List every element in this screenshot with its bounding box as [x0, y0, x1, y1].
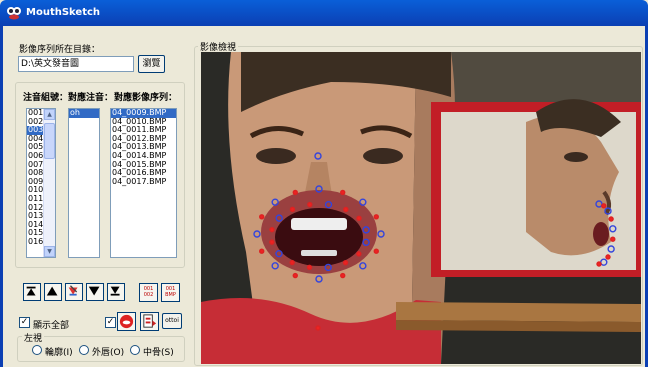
image-items: 04_0009.BMP 04_0010.BMP 04_0011.BMP 04_0012…	[111, 109, 176, 186]
phoneme-group-list[interactable]: 001 002 003 004 005 006 007 008 009 010 011 012 013 0…	[26, 108, 56, 258]
arrow-up-icon	[46, 286, 58, 296]
landmark-point	[373, 214, 379, 220]
option-checkbox[interactable]: ✓	[105, 317, 116, 328]
phoneme-item[interactable]: oh	[69, 109, 99, 118]
sequence-button-a[interactable]: 001 002	[139, 283, 158, 302]
group-list-scrollbar[interactable]: ▲ ▼	[43, 109, 55, 257]
path-label: 影像序列所在目錄：	[19, 45, 101, 55]
landmark-point	[259, 248, 265, 254]
arrow-down-icon	[88, 286, 100, 296]
export-icon	[143, 314, 157, 328]
landmark-point	[306, 264, 313, 271]
landmark-point	[342, 259, 349, 266]
next-button[interactable]	[86, 283, 104, 301]
edit-button[interactable]	[65, 283, 83, 301]
landmark-point	[610, 236, 616, 242]
face-photo	[201, 52, 641, 364]
landmark-point	[292, 189, 298, 196]
landmark-point	[601, 203, 607, 209]
pencil-icon	[68, 285, 78, 296]
landmark-point	[292, 272, 298, 279]
show-all-checkbox[interactable]: ✓	[19, 317, 30, 328]
phoneme-group-header: 注音組號：	[23, 93, 69, 103]
phoneme-header: 對應注音：	[68, 93, 114, 103]
jump-bottom-icon	[110, 286, 120, 296]
image-sequence-item[interactable]: 04_0017.BMP	[111, 177, 176, 187]
mouth-icon-button[interactable]	[117, 312, 136, 331]
title-bar: MouthSketch	[0, 0, 648, 26]
phoneme-list[interactable]: oh	[68, 108, 100, 258]
landmark-point	[356, 251, 362, 257]
landmark-point	[343, 206, 349, 213]
radio-outer-lip-label: 外唇(O)	[92, 348, 125, 358]
sequence-a-label: 001 002	[143, 286, 154, 298]
browse-button[interactable]: 瀏覽	[138, 55, 165, 73]
radio-outer-lip[interactable]	[79, 345, 89, 355]
landmark-point	[259, 214, 265, 220]
path-input[interactable]: D:\英文發音圖	[18, 56, 134, 72]
side-view-label: 左視	[22, 331, 45, 344]
radio-contour[interactable]	[32, 345, 42, 355]
face-image[interactable]	[201, 52, 641, 364]
landmark-point	[356, 215, 362, 222]
show-all-label: 顯示全部	[33, 321, 70, 331]
export-button[interactable]	[140, 312, 159, 331]
image-seq-header: 對應影像序列：	[114, 93, 178, 103]
otto-button[interactable]: ottoi	[162, 313, 182, 329]
landmark-point	[269, 226, 275, 233]
phoneme-items: oh	[69, 109, 99, 118]
landmark-point	[307, 201, 313, 208]
landmark-point	[269, 239, 275, 245]
first-button[interactable]	[23, 283, 41, 301]
prev-button[interactable]	[44, 283, 62, 301]
last-button[interactable]	[107, 283, 125, 301]
landmark-point	[608, 216, 614, 222]
scroll-thumb[interactable]	[44, 123, 55, 159]
landmark-point	[605, 254, 611, 260]
app-icon	[7, 7, 21, 20]
landmark-point	[596, 261, 602, 267]
image-sequence-list[interactable]: 04_0009.BMP 04_0010.BMP 04_0011.BMP 04_0012…	[110, 108, 177, 258]
mouth-icon	[119, 314, 134, 329]
landmark-point	[289, 259, 295, 266]
jump-top-icon	[26, 286, 36, 296]
scroll-down-icon[interactable]: ▼	[44, 246, 55, 257]
radio-middle-bone[interactable]	[130, 345, 140, 355]
landmark-point	[373, 248, 379, 254]
radio-middle-bone-label: 中骨(S)	[143, 348, 174, 358]
scroll-up-icon[interactable]: ▲	[44, 109, 55, 120]
landmark-point	[340, 189, 346, 196]
landmark-point	[289, 206, 296, 213]
window-title: MouthSketch	[26, 7, 101, 18]
sequence-b-label: 001 BMP	[165, 286, 176, 298]
radio-contour-label: 輪廓(I)	[45, 348, 73, 358]
landmark-point	[340, 272, 346, 279]
landmark-point	[315, 325, 321, 331]
sequence-button-b[interactable]: 001 BMP	[161, 283, 180, 302]
